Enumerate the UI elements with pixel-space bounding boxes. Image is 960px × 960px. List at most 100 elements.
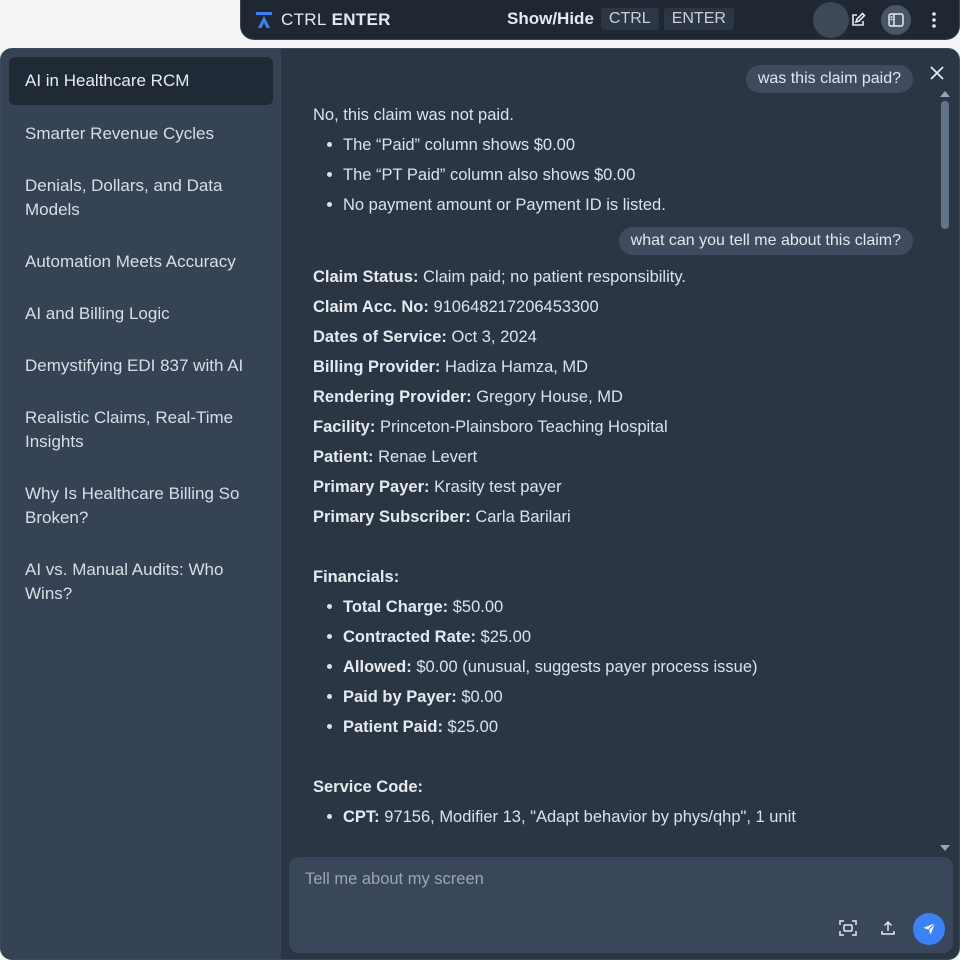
sidebar-item-demystifying-edi-837[interactable]: Demystifying EDI 837 with AI xyxy=(9,354,273,378)
field-value: $0.00 (unusual, suggests payer process i… xyxy=(416,658,758,676)
field-value: Hadiza Hamza, MD xyxy=(445,358,589,376)
bullet xyxy=(327,172,332,177)
claim-field: Billing Provider: Hadiza Hamza, MD xyxy=(313,352,588,382)
field-label: Paid by Payer: xyxy=(343,688,457,706)
chat-history-sidebar: AI in Healthcare RCM Smarter Revenue Cyc… xyxy=(1,49,281,959)
new-chat-button[interactable] xyxy=(843,5,873,35)
upload-button[interactable] xyxy=(877,917,899,939)
user-message: was this claim paid? xyxy=(745,65,913,93)
sidebar-item-automation-meets-accuracy[interactable]: Automation Meets Accuracy xyxy=(9,250,273,274)
toggle-sidebar-button[interactable] xyxy=(881,5,911,35)
claim-field: Claim Status: Claim paid; no patient res… xyxy=(313,262,686,292)
bullet xyxy=(327,664,332,669)
message-composer xyxy=(289,857,953,953)
service-item: CPT: 97156, Modifier 13, "Adapt behavior… xyxy=(343,802,796,832)
claim-field: Primary Payer: Krasity test payer xyxy=(313,472,562,502)
shortcut-key-enter: ENTER xyxy=(663,8,734,30)
field-label: Rendering Provider: xyxy=(313,388,472,406)
claim-field: Rendering Provider: Gregory House, MD xyxy=(313,382,623,412)
capture-screen-button[interactable] xyxy=(837,917,859,939)
scroll-up-arrow-icon[interactable] xyxy=(940,91,950,97)
answer-bullet: The “Paid” column shows $0.00 xyxy=(343,136,576,154)
sidebar-item-ai-and-billing-logic[interactable]: AI and Billing Logic xyxy=(9,302,273,326)
more-vertical-icon xyxy=(932,12,936,28)
field-value: 910648217206453300 xyxy=(433,298,599,316)
bullet xyxy=(327,694,332,699)
field-label: Total Charge: xyxy=(343,598,449,616)
field-value: $25.00 xyxy=(480,628,531,646)
field-label: Contracted Rate: xyxy=(343,628,476,646)
bullet xyxy=(327,142,332,147)
brand-text-bold: ENTER xyxy=(331,9,391,29)
claim-field: Primary Subscriber: Carla Barilari xyxy=(313,502,571,532)
financial-item: Contracted Rate: $25.00 xyxy=(343,622,531,652)
service-code-heading: Service Code: xyxy=(313,772,423,802)
field-value: Renae Levert xyxy=(378,448,478,466)
edit-icon xyxy=(852,12,866,26)
more-options-button[interactable] xyxy=(919,5,949,35)
field-value: Claim paid; no patient responsibility. xyxy=(423,268,686,286)
field-label: Patient Paid: xyxy=(343,718,443,736)
user-message: what can you tell me about this claim? xyxy=(618,227,913,255)
financial-item: Paid by Payer: $0.00 xyxy=(343,682,503,712)
financial-item: Allowed: $0.00 (unusual, suggests payer … xyxy=(343,652,758,682)
show-hide-label: Show/Hide xyxy=(507,9,594,28)
field-value: Gregory House, MD xyxy=(476,388,623,406)
shortcut-key-ctrl: CTRL xyxy=(600,8,659,30)
financial-item: Total Charge: $50.00 xyxy=(343,592,503,622)
answer-bullet: No payment amount or Payment ID is liste… xyxy=(343,196,666,214)
claim-field: Claim Acc. No: 910648217206453300 xyxy=(313,292,599,322)
sidebar-item-denials-dollars[interactable]: Denials, Dollars, and Data Models xyxy=(9,174,273,222)
sidebar-toggle-icon xyxy=(888,13,904,27)
scrollbar-thumb[interactable] xyxy=(941,101,949,229)
sidebar-item-label: Why Is Healthcare Billing So Broken? xyxy=(25,484,240,527)
show-hide-shortcut: Show/Hide CTRL ENTER xyxy=(507,8,734,30)
logo-icon xyxy=(256,11,272,28)
sidebar-item-label: AI and Billing Logic xyxy=(25,304,170,323)
top-bar: CTRL ENTER Show/Hide CTRL ENTER xyxy=(240,0,960,40)
claim-field: Dates of Service: Oct 3, 2024 xyxy=(313,322,537,352)
brand: CTRL ENTER xyxy=(255,10,391,30)
sidebar-item-label: AI vs. Manual Audits: Who Wins? xyxy=(25,560,224,603)
sidebar-item-smarter-revenue-cycles[interactable]: Smarter Revenue Cycles xyxy=(9,122,273,146)
field-value: Carla Barilari xyxy=(475,508,571,526)
sidebar-item-label: Automation Meets Accuracy xyxy=(25,252,236,271)
bullet xyxy=(327,604,332,609)
financial-item: Patient Paid: $25.00 xyxy=(343,712,498,742)
close-button[interactable] xyxy=(927,63,947,83)
sidebar-item-label: Smarter Revenue Cycles xyxy=(25,124,214,143)
scroll-down-arrow-icon[interactable] xyxy=(940,845,950,851)
section-heading: Financials: xyxy=(313,568,400,586)
field-label: Primary Subscriber: xyxy=(313,508,471,526)
field-value: $25.00 xyxy=(447,718,498,736)
bullet xyxy=(327,724,332,729)
close-icon xyxy=(930,66,944,80)
field-label: Facility: xyxy=(313,418,376,436)
sidebar-item-why-is-billing-broken[interactable]: Why Is Healthcare Billing So Broken? xyxy=(9,482,273,530)
field-value: 97156, Modifier 13, "Adapt behavior by p… xyxy=(384,808,796,826)
answer-bullet: The “PT Paid” column also shows $0.00 xyxy=(343,166,636,184)
field-label: Billing Provider: xyxy=(313,358,441,376)
section-heading: Service Code: xyxy=(313,778,424,796)
sidebar-item-ai-in-healthcare-rcm[interactable]: AI in Healthcare RCM xyxy=(9,57,273,105)
field-label: Patient: xyxy=(313,448,374,466)
bullet xyxy=(327,202,332,207)
sidebar-item-ai-vs-manual-audits[interactable]: AI vs. Manual Audits: Who Wins? xyxy=(9,558,273,606)
assistant-answer-intro: No, this claim was not paid. xyxy=(313,106,514,124)
field-value: Krasity test payer xyxy=(434,478,562,496)
field-label: Claim Acc. No: xyxy=(313,298,429,316)
field-label: Primary Payer: xyxy=(313,478,430,496)
field-label: Allowed: xyxy=(343,658,412,676)
message-input[interactable] xyxy=(305,867,905,891)
bullet xyxy=(327,634,332,639)
sidebar-item-realistic-claims[interactable]: Realistic Claims, Real-Time Insights xyxy=(9,406,273,454)
field-value: Oct 3, 2024 xyxy=(451,328,537,346)
sidebar-item-label: Demystifying EDI 837 with AI xyxy=(25,356,244,375)
field-label: CPT: xyxy=(343,808,380,826)
claim-field: Patient: Renae Levert xyxy=(313,442,477,472)
field-label: Dates of Service: xyxy=(313,328,447,346)
field-value: $50.00 xyxy=(452,598,504,616)
send-icon xyxy=(921,921,937,937)
sidebar-item-label: Realistic Claims, Real-Time Insights xyxy=(25,408,234,451)
send-button[interactable] xyxy=(913,913,945,945)
